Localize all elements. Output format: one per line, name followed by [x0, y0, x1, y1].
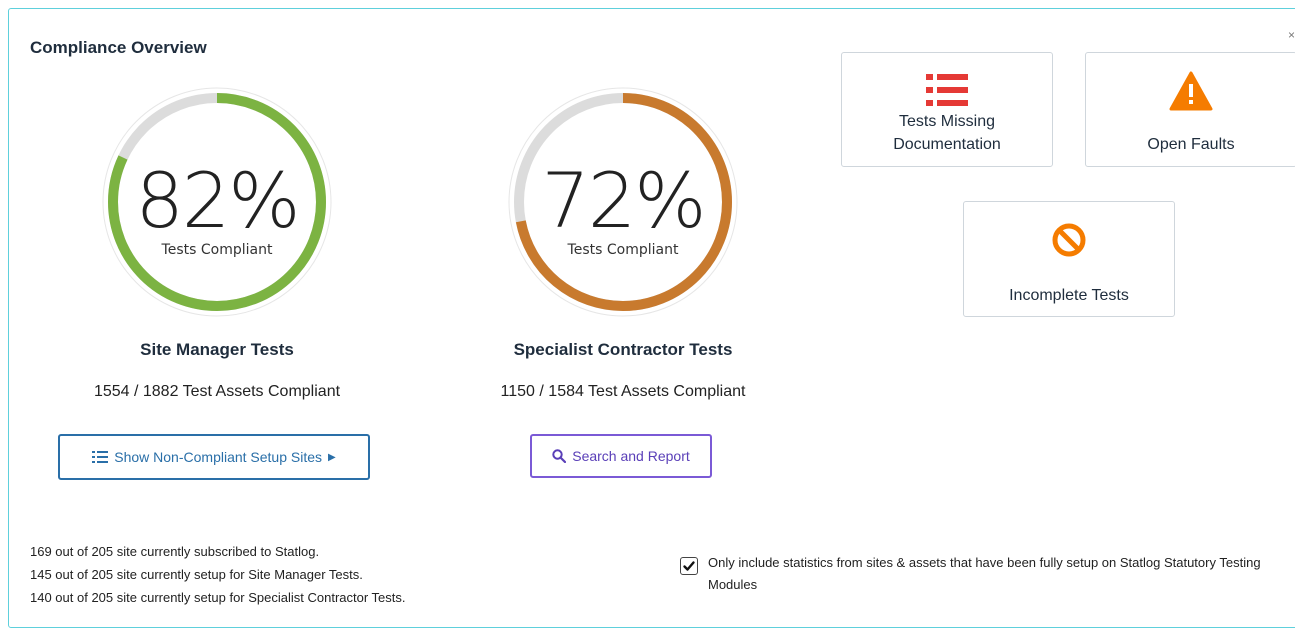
search-report-label: Search and Report [572, 448, 690, 464]
open-faults-label: Open Faults [1147, 136, 1235, 153]
specialist-contractor-title: Specialist Contractor Tests [513, 340, 733, 359]
search-icon [552, 449, 567, 463]
ban-icon [964, 222, 1174, 258]
checkmark-icon [683, 561, 695, 571]
show-noncompliant-sites-button[interactable]: Show Non-Compliant Setup Sites ▶ [58, 434, 370, 480]
site-manager-count: 1554 / 1882 Test Assets Compliant [93, 383, 341, 400]
specialist-contractor-count: 1150 / 1584 Test Assets Compliant [500, 383, 746, 400]
site-manager-title: Site Manager Tests [140, 340, 294, 359]
footer-line: 140 out of 205 site currently setup for … [30, 590, 406, 605]
show-noncompliant-sites-label: Show Non-Compliant Setup Sites [114, 449, 323, 465]
incomplete-tests-label: Incomplete Tests [1009, 287, 1129, 304]
gauge-sublabel: Tests Compliant [161, 242, 273, 258]
warning-icon [1086, 71, 1295, 111]
list-icon [92, 451, 109, 463]
fully-setup-checkbox[interactable] [680, 557, 698, 575]
list-icon [842, 73, 1052, 107]
open-faults-card[interactable]: Open Faults [1085, 52, 1295, 167]
caret-right-icon: ▶ [328, 451, 336, 463]
search-report-button[interactable]: Search and Report [530, 434, 712, 478]
site-manager-gauge: 82% Tests Compliant [99, 84, 335, 320]
footer-line: 169 out of 205 site currently subscribed… [30, 544, 320, 559]
tests-missing-documentation-card[interactable]: Tests Missing Documentation [841, 52, 1053, 167]
close-icon[interactable]: × [1288, 28, 1295, 42]
tests-missing-documentation-line1: Tests Missing [898, 113, 996, 130]
page-title: Compliance Overview [30, 38, 207, 57]
gauge-percent: 82% [135, 156, 301, 245]
gauge-sublabel: Tests Compliant [567, 242, 679, 258]
footer-line: 145 out of 205 site currently setup for … [30, 567, 363, 582]
gauge-percent: 72% [541, 156, 707, 245]
tests-missing-documentation-line2: Documentation [893, 136, 1001, 153]
specialist-contractor-gauge: 72% Tests Compliant [505, 84, 741, 320]
fully-setup-label: Only include statistics from sites & ass… [708, 555, 1261, 592]
footer-stats: 169 out of 205 site currently subscribed… [30, 540, 406, 609]
incomplete-tests-card[interactable]: Incomplete Tests [963, 201, 1175, 317]
